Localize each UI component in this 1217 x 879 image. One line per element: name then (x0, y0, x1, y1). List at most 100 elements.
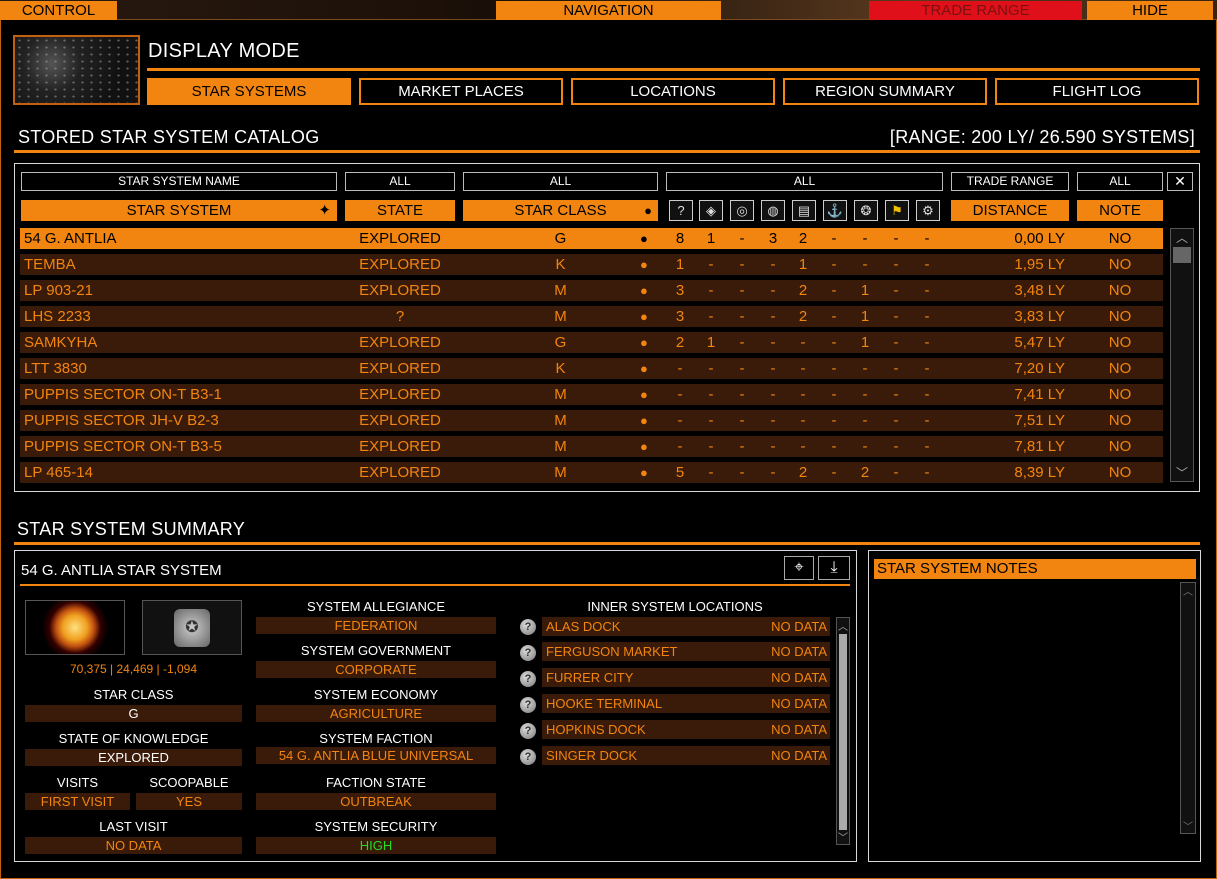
row-body-count: - (924, 464, 930, 481)
galaxy-thumbnail[interactable] (13, 35, 140, 105)
row-body-count: - (770, 438, 776, 455)
row-star-class: K (555, 256, 566, 273)
fuel-drop-icon: ● (640, 465, 648, 480)
table-row[interactable]: 54 G. ANTLIA EXPLORED G ● 8 1 - 3 2 - - - - 0,00 LY NO (20, 228, 1163, 249)
list-item[interactable]: FERGUSON MARKET NO DATA (542, 642, 830, 661)
outpost-icon[interactable]: ◎ (730, 200, 754, 221)
column-distance[interactable]: DISTANCE (951, 200, 1069, 221)
trade-range-filter[interactable]: TRADE RANGE (951, 172, 1069, 191)
row-state: EXPLORED (359, 464, 441, 481)
table-row[interactable]: PUPPIS SECTOR ON-T B3-1 EXPLORED M ● - - - - - - -… (20, 384, 1163, 405)
scroll-thumb[interactable] (839, 634, 847, 830)
hide-button[interactable]: HIDE (1087, 1, 1213, 20)
table-row[interactable]: PUPPIS SECTOR JH-V B2-3 EXPLORED M ● - - - - - - -… (20, 410, 1163, 431)
fuel-drop-icon: ● (640, 335, 648, 350)
table-row[interactable]: SAMKYHA EXPLORED G ● 2 1 - - - - 1 - - 5,47 LY NO (20, 332, 1163, 353)
scroll-thumb[interactable] (1173, 247, 1191, 263)
fuel-drop-icon: ● (640, 439, 648, 454)
scroll-down-icon[interactable]: ﹀ (1171, 464, 1193, 481)
row-body-count: - (708, 412, 714, 429)
row-body-count: - (739, 282, 745, 299)
row-body-count: - (770, 386, 776, 403)
control-button[interactable]: CONTROL (0, 1, 117, 20)
scroll-down-icon[interactable]: ﹀ (1181, 818, 1195, 833)
unknown-body-icon[interactable]: ? (669, 200, 693, 221)
scroll-up-icon[interactable]: ︿ (1171, 229, 1193, 246)
location-status: NO DATA (771, 644, 827, 659)
tab-star-systems[interactable]: STAR SYSTEMS (147, 78, 351, 105)
tab-market-places[interactable]: MARKET PLACES (359, 78, 563, 105)
row-body-count: - (677, 360, 683, 377)
unknown-icon: ? (520, 723, 536, 739)
scroll-down-icon[interactable]: ﹀ (837, 829, 849, 844)
divider (147, 68, 1200, 71)
column-star-class[interactable]: STAR CLASS ● (463, 200, 658, 221)
column-label: STAR SYSTEM (126, 202, 232, 219)
download-icon[interactable]: ⤓ (818, 556, 850, 580)
table-row[interactable]: TEMBA EXPLORED K ● 1 - - - 1 - - - - 1,95 LY NO (20, 254, 1163, 275)
allegiance-value: FEDERATION (256, 617, 496, 634)
location-name: HOPKINS DOCK (546, 722, 646, 737)
row-body-count: - (862, 230, 868, 247)
locations-scrollbar[interactable]: ︿ ﹀ (836, 617, 850, 845)
column-state[interactable]: STATE (345, 200, 455, 221)
list-item[interactable]: HOOKE TERMINAL NO DATA (542, 694, 830, 713)
notes-scrollbar[interactable]: ︿ ﹀ (1180, 582, 1196, 834)
list-item[interactable]: ALAS DOCK NO DATA (542, 617, 830, 636)
scroll-up-icon[interactable]: ︿ (837, 618, 849, 633)
flag-icon[interactable]: ⚑ (885, 200, 909, 221)
table-row[interactable]: LHS 2233? M ● 3 - - - 2 - 1 - - 3,83 LY NO (20, 306, 1163, 327)
visits-value: FIRST VISIT (25, 793, 130, 810)
tab-flight-log[interactable]: FLIGHT LOG (995, 78, 1199, 105)
column-star-system[interactable]: STAR SYSTEM ✦ (21, 200, 337, 221)
table-row[interactable]: LP 465-14 EXPLORED M ● 5 - - - 2 - 2 - - 8,39 LY NO (20, 462, 1163, 483)
tab-locations[interactable]: LOCATIONS (571, 78, 775, 105)
row-body-count: - (893, 334, 899, 351)
asteroid-icon[interactable]: ❂ (854, 200, 878, 221)
row-body-count: - (739, 438, 745, 455)
row-state: EXPLORED (359, 334, 441, 351)
note-filter[interactable]: ALL (1077, 172, 1163, 191)
notes-textarea[interactable] (874, 582, 1178, 834)
beacon-icon[interactable]: ⚓ (823, 200, 847, 221)
list-item[interactable]: FURRER CITY NO DATA (542, 668, 830, 687)
row-body-count: - (831, 256, 837, 273)
scroll-up-icon[interactable]: ︿ (1181, 583, 1195, 598)
catalog-scrollbar[interactable]: ︿ ﹀ (1170, 228, 1194, 482)
unknown-icon: ? (520, 645, 536, 661)
navigation-button[interactable]: NAVIGATION (496, 1, 721, 20)
row-state: EXPLORED (359, 438, 441, 455)
table-row[interactable]: PUPPIS SECTOR ON-T B3-5 EXPLORED M ● - - - - - - -… (20, 436, 1163, 457)
planet-icon[interactable]: ◍ (761, 200, 785, 221)
column-note[interactable]: NOTE (1077, 200, 1163, 221)
gear-icon[interactable]: ⚙ (916, 200, 940, 221)
station-icon[interactable]: ◈ (699, 200, 723, 221)
row-body-count: - (831, 334, 837, 351)
row-body-count: 1 (706, 334, 716, 351)
settlement-icon[interactable]: ▤ (792, 200, 816, 221)
fuel-drop-icon: ● (640, 413, 648, 428)
row-body-count: - (739, 464, 745, 481)
location-name: HOOKE TERMINAL (546, 696, 663, 711)
map-pin-icon[interactable]: ⌖ (784, 556, 814, 580)
trade-range-button[interactable]: TRADE RANGE (869, 1, 1082, 20)
close-icon[interactable]: ✕ (1167, 172, 1193, 191)
economy-value: AGRICULTURE (256, 705, 496, 722)
list-item[interactable]: HOPKINS DOCK NO DATA (542, 720, 830, 739)
table-row[interactable]: LTT 3830 EXPLORED K ● - - - - - - - - - 7,20 LY NO (20, 358, 1163, 379)
name-filter[interactable]: STAR SYSTEM NAME (21, 172, 337, 191)
tab-region-summary[interactable]: REGION SUMMARY (783, 78, 987, 105)
body-filter[interactable]: ALL (666, 172, 943, 191)
row-body-count: - (831, 282, 837, 299)
list-item[interactable]: SINGER DOCK NO DATA (542, 746, 830, 765)
state-filter[interactable]: ALL (345, 172, 455, 191)
location-name: FURRER CITY (546, 670, 634, 685)
class-filter[interactable]: ALL (463, 172, 658, 191)
allegiance-label: SYSTEM ALLEGIANCE (307, 599, 445, 614)
fuel-drop-icon: ● (640, 231, 648, 246)
row-body-count: - (739, 256, 745, 273)
row-system-name: LP 465-14 (24, 464, 93, 481)
row-body-count: - (800, 438, 806, 455)
row-body-count: 2 (798, 282, 808, 299)
table-row[interactable]: LP 903-21 EXPLORED M ● 3 - - - 2 - 1 - - 3,48 LY NO (20, 280, 1163, 301)
